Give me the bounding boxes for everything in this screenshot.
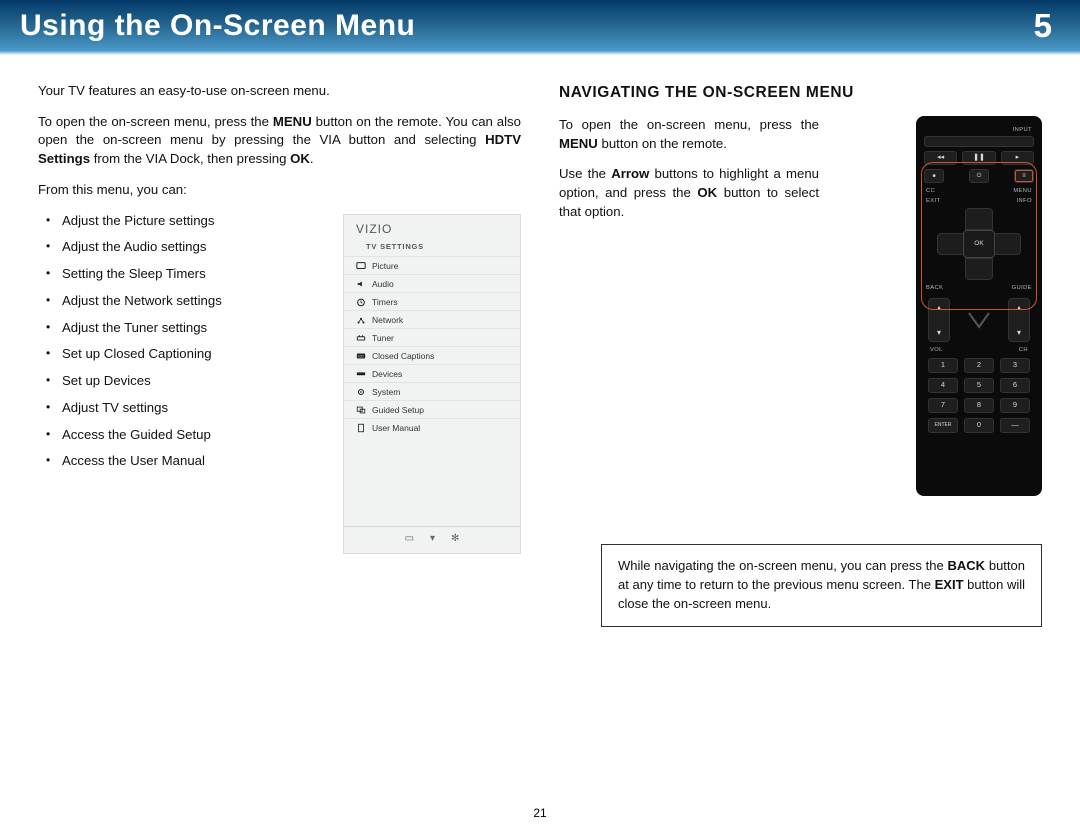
- list-item: Access the User Manual: [62, 452, 325, 471]
- num-button: 1: [928, 358, 958, 373]
- list-item: Adjust the Audio settings: [62, 238, 325, 257]
- info-label: INFO: [1017, 197, 1032, 205]
- arrow-down-button: [965, 258, 993, 280]
- intro-paragraph-2: To open the on-screen menu, press the ME…: [38, 113, 521, 169]
- num-button: 6: [1000, 378, 1030, 393]
- feature-list: Adjust the Picture settings Adjust the A…: [38, 212, 325, 471]
- num-button: 9: [1000, 398, 1030, 413]
- arrow-right-button: [993, 233, 1021, 255]
- ch-label: CH: [1019, 346, 1028, 354]
- system-icon: [356, 387, 366, 397]
- list-item: Adjust the Picture settings: [62, 212, 325, 231]
- tv-menu-item: Devices: [344, 364, 520, 382]
- num-button: 5: [964, 378, 994, 393]
- nav-paragraph-2: Use the Arrow buttons to highlight a men…: [559, 165, 819, 221]
- num-button: 0: [964, 418, 994, 433]
- devices-icon: [356, 369, 366, 379]
- section-heading: NAVIGATING THE ON-SCREEN MENU: [559, 82, 1042, 104]
- nav-paragraph-1: To open the on-screen menu, press the ME…: [559, 116, 819, 153]
- list-item: Setting the Sleep Timers: [62, 265, 325, 284]
- exit-label: EXIT: [926, 197, 941, 205]
- arrow-left-button: [937, 233, 965, 255]
- tv-brand-label: VIZIO: [344, 215, 520, 240]
- tv-menu-item: Network: [344, 310, 520, 328]
- number-pad: 123 456 789 ENTER 0 —: [928, 358, 1030, 433]
- left-column: Your TV features an easy-to-use on-scree…: [38, 82, 521, 627]
- page-number: 21: [0, 806, 1080, 820]
- list-item: Adjust the Network settings: [62, 292, 325, 311]
- cc-label: CC: [926, 187, 935, 195]
- cc-icon: CC: [356, 351, 366, 361]
- list-item: Adjust the Tuner settings: [62, 319, 325, 338]
- wide-icon: ▭: [405, 532, 414, 546]
- right-column: NAVIGATING THE ON-SCREEN MENU To open th…: [559, 82, 1042, 627]
- play-button: ▸: [1001, 151, 1034, 165]
- num-button: 4: [928, 378, 958, 393]
- tv-panel-bottom-bar: ▭ ▾ ✻: [344, 526, 520, 548]
- list-intro: From this menu, you can:: [38, 181, 521, 200]
- tv-menu-item: Tuner: [344, 328, 520, 346]
- tuner-icon: [356, 333, 366, 343]
- note-box: While navigating the on-screen menu, you…: [601, 544, 1042, 627]
- network-icon: [356, 315, 366, 325]
- list-item: Adjust TV settings: [62, 399, 325, 418]
- tv-menu-item: System: [344, 382, 520, 400]
- back-label: BACK: [926, 284, 943, 292]
- tv-menu-item: User Manual: [344, 418, 520, 436]
- channel-rocker: ▴▾: [1008, 298, 1030, 342]
- tv-menu-item: Picture: [344, 256, 520, 274]
- tv-menu-item: Timers: [344, 292, 520, 310]
- ok-button: OK: [963, 230, 995, 258]
- guide-label: GUIDE: [1012, 284, 1032, 292]
- num-button: 3: [1000, 358, 1030, 373]
- enter-button: ENTER: [928, 418, 958, 433]
- gear-icon: ✻: [451, 532, 459, 546]
- rewind-button: ◂◂: [924, 151, 957, 165]
- list-item: Access the Guided Setup: [62, 426, 325, 445]
- dash-button: —: [1000, 418, 1030, 433]
- tv-settings-heading: TV SETTINGS: [344, 240, 520, 257]
- tv-menu-item: Audio: [344, 274, 520, 292]
- arrow-up-button: [965, 208, 993, 230]
- num-button: 7: [928, 398, 958, 413]
- intro-paragraph-1: Your TV features an easy-to-use on-scree…: [38, 82, 521, 101]
- volume-rocker: ▴▾: [928, 298, 950, 342]
- audio-icon: [356, 279, 366, 289]
- chapter-header: Using the On-Screen Menu 5: [0, 0, 1080, 55]
- manual-icon: [356, 423, 366, 433]
- pause-button: ❚❚: [962, 151, 995, 165]
- list-item: Set up Closed Captioning: [62, 345, 325, 364]
- v-logo-icon: [959, 309, 999, 331]
- input-button: [924, 136, 1034, 147]
- vol-label: VOL: [930, 346, 943, 354]
- svg-text:CC: CC: [358, 354, 364, 358]
- menu-button: ≡: [1014, 169, 1034, 183]
- tv-menu-item: Guided Setup: [344, 400, 520, 418]
- input-label: INPUT: [1013, 126, 1032, 134]
- remote-illustration: INPUT ◂◂ ❚❚ ▸ ■ ⏻ ≡ CC MENU EXIT INFO: [916, 116, 1042, 496]
- num-button: 8: [964, 398, 994, 413]
- tv-settings-panel: VIZIO TV SETTINGS Picture Audio Timers N…: [343, 214, 521, 554]
- guided-setup-icon: [356, 405, 366, 415]
- menu-label: MENU: [1013, 187, 1032, 195]
- cc-button: ■: [924, 169, 944, 183]
- dpad: OK: [925, 208, 1033, 280]
- timers-icon: [356, 297, 366, 307]
- num-button: 2: [964, 358, 994, 373]
- picture-icon: [356, 261, 366, 271]
- list-item: Set up Devices: [62, 372, 325, 391]
- power-button: ⏻: [969, 169, 989, 183]
- tv-menu-item: CCClosed Captions: [344, 346, 520, 364]
- chapter-number: 5: [1034, 7, 1052, 45]
- chapter-title: Using the On-Screen Menu: [20, 9, 415, 43]
- chevron-down-icon: ▾: [430, 532, 435, 546]
